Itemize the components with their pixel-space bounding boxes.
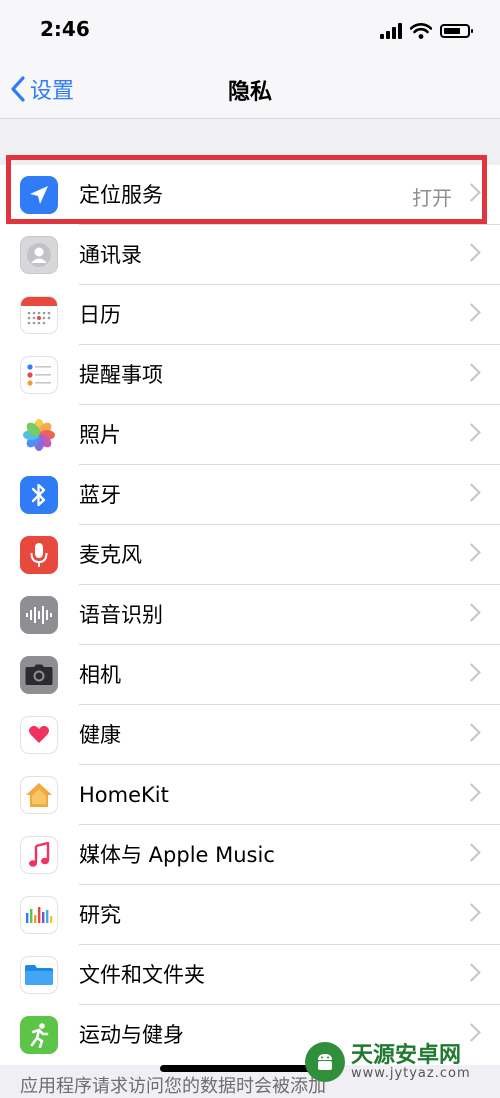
android-logo-icon xyxy=(305,1042,345,1082)
status-icons xyxy=(380,20,473,42)
watermark-url: www.jytyaz.com xyxy=(351,1065,471,1081)
music-note-icon xyxy=(20,836,58,874)
page-title: 隐私 xyxy=(227,80,272,105)
chevron-right-icon xyxy=(462,183,481,202)
folder-icon xyxy=(20,956,58,994)
row-label: 提醒事项 xyxy=(79,363,163,387)
row-label: 通讯录 xyxy=(79,243,142,267)
chevron-right-icon xyxy=(462,363,481,382)
chevron-right-icon xyxy=(462,543,481,562)
row-location-services[interactable]: 定位服务 打开 xyxy=(0,165,500,225)
calendar-icon xyxy=(20,296,58,334)
row-bluetooth[interactable]: 蓝牙 xyxy=(0,465,500,525)
row-speech-recognition[interactable]: 语音识别 xyxy=(0,585,500,645)
chevron-right-icon xyxy=(462,303,481,322)
reminders-icon xyxy=(20,356,58,394)
row-reminders[interactable]: 提醒事项 xyxy=(0,345,500,405)
camera-icon xyxy=(20,656,58,694)
row-label: 定位服务 xyxy=(79,183,163,207)
privacy-settings-list: 定位服务 打开 通讯录 日历 提醒事项 照片 蓝牙 麦克风 语音识别 相机 健康… xyxy=(0,165,500,1065)
chevron-right-icon xyxy=(462,603,481,622)
research-icon xyxy=(20,896,58,934)
row-microphone[interactable]: 麦克风 xyxy=(0,525,500,585)
row-label: 运动与健身 xyxy=(79,1023,184,1047)
fitness-runner-icon xyxy=(20,1016,58,1054)
row-media-apple-music[interactable]: 媒体与 Apple Music xyxy=(0,825,500,885)
chevron-right-icon xyxy=(462,423,481,442)
homekit-house-icon xyxy=(20,776,58,814)
row-health[interactable]: 健康 xyxy=(0,705,500,765)
row-label: 麦克风 xyxy=(79,543,142,567)
row-calendar[interactable]: 日历 xyxy=(0,285,500,345)
row-label: 语音识别 xyxy=(79,603,163,627)
bluetooth-icon xyxy=(20,476,58,514)
row-label: 蓝牙 xyxy=(79,483,121,507)
signal-icon xyxy=(380,23,402,39)
row-research[interactable]: 研究 xyxy=(0,885,500,945)
microphone-icon xyxy=(20,536,58,574)
row-camera[interactable]: 相机 xyxy=(0,645,500,705)
chevron-right-icon xyxy=(462,723,481,742)
wifi-icon xyxy=(410,23,432,39)
row-label: 媒体与 Apple Music xyxy=(79,843,275,867)
speech-recognition-icon xyxy=(20,596,58,634)
chevron-right-icon xyxy=(462,483,481,502)
chevron-right-icon xyxy=(462,1023,481,1042)
battery-icon xyxy=(440,24,473,38)
navigation-bar: 设置 隐私 xyxy=(0,60,500,119)
chevron-right-icon xyxy=(462,903,481,922)
chevron-right-icon xyxy=(462,843,481,862)
row-label: 健康 xyxy=(79,723,121,747)
row-value: 打开 xyxy=(412,186,452,210)
health-heart-icon xyxy=(20,716,58,754)
watermark-title: 天源安卓网 xyxy=(351,1042,462,1068)
location-arrow-icon xyxy=(20,176,58,214)
row-label: 日历 xyxy=(79,303,121,327)
chevron-right-icon xyxy=(462,663,481,682)
footer-note: 应用程序请求访问您的数据时会被添加 xyxy=(20,1076,326,1097)
row-label: 相机 xyxy=(79,663,121,687)
photos-icon xyxy=(20,416,58,454)
row-photos[interactable]: 照片 xyxy=(0,405,500,465)
status-bar: 2:46 xyxy=(0,0,500,60)
row-homekit[interactable]: HomeKit xyxy=(0,765,500,825)
row-label: 研究 xyxy=(79,903,121,927)
chevron-right-icon xyxy=(462,783,481,802)
row-files-and-folders[interactable]: 文件和文件夹 xyxy=(0,945,500,1005)
status-time: 2:46 xyxy=(40,17,90,41)
site-watermark: 天源安卓网 www.jytyaz.com xyxy=(305,1040,471,1084)
row-label: 照片 xyxy=(79,423,121,447)
contacts-icon xyxy=(20,236,58,274)
chevron-right-icon xyxy=(462,963,481,982)
chevron-right-icon xyxy=(462,243,481,262)
row-label: HomeKit xyxy=(79,783,169,807)
row-contacts[interactable]: 通讯录 xyxy=(0,225,500,285)
row-label: 文件和文件夹 xyxy=(79,963,205,987)
